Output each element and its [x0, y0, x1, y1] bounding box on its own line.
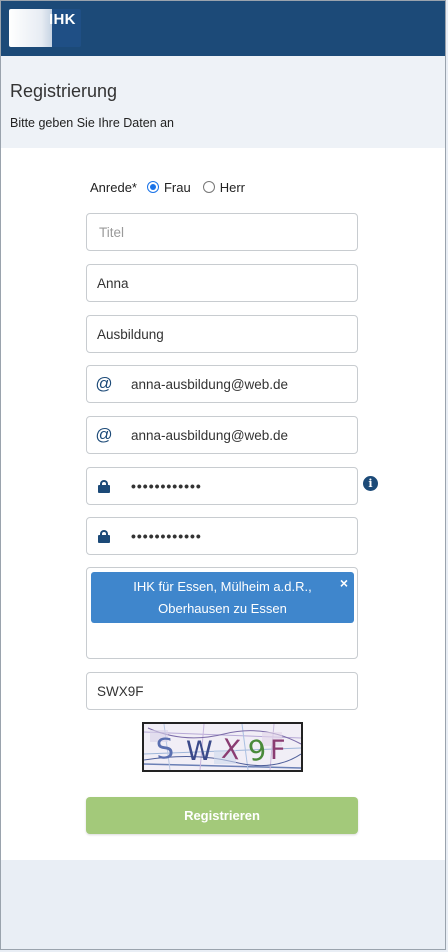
svg-text:S: S: [155, 732, 175, 766]
close-icon[interactable]: ×: [340, 575, 348, 591]
lock-icon: [87, 529, 121, 543]
svg-text:W: W: [186, 736, 213, 767]
titel-placeholder: Titel: [99, 224, 125, 240]
at-icon: @: [95, 374, 113, 393]
radio-herr-label[interactable]: Herr: [220, 180, 245, 195]
captcha-image: S W X 9 F: [142, 722, 303, 772]
email-confirm-value: anna-ausbildung@web.de: [131, 427, 289, 443]
titel-input[interactable]: Titel: [86, 213, 358, 251]
page-footer: [1, 860, 445, 949]
password-input[interactable]: ••••••••••••: [86, 467, 358, 505]
nachname-value: Ausbildung: [97, 326, 164, 342]
app-frame: IHK Registrierung Bitte geben Sie Ihre D…: [0, 0, 446, 950]
registration-form: Anrede* Frau Herr Titel Anna Ausbildung …: [1, 148, 445, 860]
lock-icon: [87, 479, 121, 493]
anrede-label: Anrede*: [90, 179, 137, 195]
captcha-graphic: S W X 9 F: [144, 724, 301, 770]
selected-ihk-label: IHK für Essen, Mülheim a.d.R., Oberhause…: [133, 579, 312, 616]
page-title: Registrierung: [10, 81, 118, 101]
page-subtitle: Bitte geben Sie Ihre Daten an: [10, 116, 175, 130]
svg-text:F: F: [270, 735, 286, 766]
anrede-row: Anrede* Frau Herr: [90, 179, 245, 195]
captcha-input[interactable]: SWX9F: [86, 672, 358, 710]
vorname-value: Anna: [97, 275, 129, 291]
password-confirm-value: ••••••••••••: [131, 528, 202, 544]
info-icon[interactable]: i: [363, 476, 378, 491]
password-confirm-input[interactable]: ••••••••••••: [86, 517, 358, 555]
top-bar: IHK: [1, 1, 445, 56]
register-button[interactable]: Registrieren: [86, 797, 358, 834]
vorname-input[interactable]: Anna: [86, 264, 358, 302]
radio-herr[interactable]: [202, 181, 215, 193]
nachname-input[interactable]: Ausbildung: [86, 315, 358, 353]
email-input[interactable]: @ anna-ausbildung@web.de: [86, 365, 358, 403]
email-value: anna-ausbildung@web.de: [131, 376, 289, 392]
captcha-input-value: SWX9F: [97, 683, 144, 699]
radio-frau-label[interactable]: Frau: [164, 180, 191, 195]
ihk-select[interactable]: IHK für Essen, Mülheim a.d.R., Oberhause…: [86, 567, 358, 659]
logo-text: IHK: [49, 11, 76, 28]
password-value: ••••••••••••: [131, 478, 202, 494]
at-icon: @: [95, 425, 113, 444]
email-confirm-input[interactable]: @ anna-ausbildung@web.de: [86, 416, 358, 454]
page-header: Registrierung Bitte geben Sie Ihre Daten…: [1, 56, 445, 148]
svg-text:X: X: [220, 734, 242, 767]
radio-frau[interactable]: [146, 181, 159, 193]
selected-ihk-tag: IHK für Essen, Mülheim a.d.R., Oberhause…: [91, 572, 354, 623]
